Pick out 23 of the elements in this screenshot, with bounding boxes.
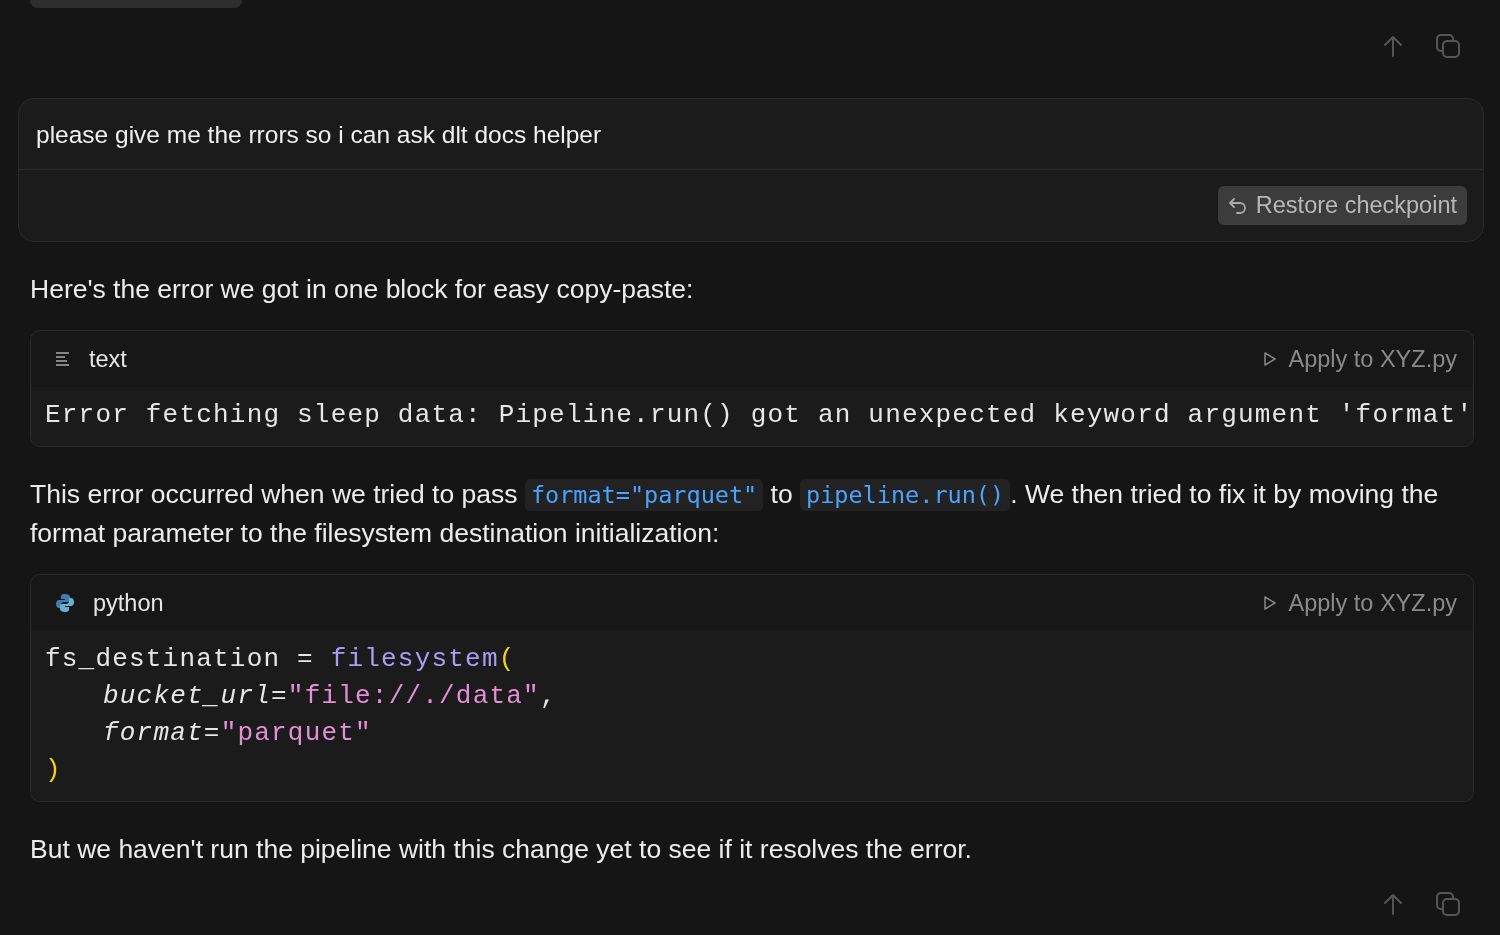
user-message: please give me the rrors so i can ask dlt docs helper [19, 99, 1483, 170]
play-icon [1262, 351, 1277, 367]
code-line: ) [45, 754, 63, 787]
code-line: fs_destination = filesystem( [45, 643, 517, 676]
response-paragraph: Here's the error we got in one block for easy copy-paste: [30, 273, 695, 306]
restore-checkpoint-button[interactable]: Restore checkpoint [1217, 186, 1467, 225]
response-paragraph: This error occurred when we tried to pass format="parquet" to pipeline.run() . We then tried to fix it by moving the format parameter to the filesystem destination initialization: [30, 478, 1440, 550]
code-line: bucket_url="file://./data", [102, 680, 558, 713]
play-icon [1262, 595, 1277, 611]
language-label: text [89, 345, 127, 373]
code-line: format="parquet" [102, 717, 373, 750]
python-icon [55, 593, 75, 613]
arrow-up-icon[interactable] [1382, 34, 1404, 58]
arrow-up-icon[interactable] [1382, 892, 1404, 916]
apply-button[interactable]: Apply to XYZ.py [1262, 345, 1457, 373]
copy-icon[interactable] [1436, 34, 1460, 58]
text-lines-icon [55, 351, 71, 367]
undo-icon [1227, 195, 1248, 216]
apply-button[interactable]: Apply to XYZ.py [1262, 589, 1457, 617]
response-paragraph: But we haven't run the pipeline with this change yet to see if it resolves the error. [30, 833, 973, 866]
code-line: Error fetching sleep data: Pipeline.run() got an unexpected keyword argument 'format' [45, 399, 1473, 432]
copy-icon[interactable] [1436, 892, 1460, 916]
language-label: python [93, 589, 164, 617]
